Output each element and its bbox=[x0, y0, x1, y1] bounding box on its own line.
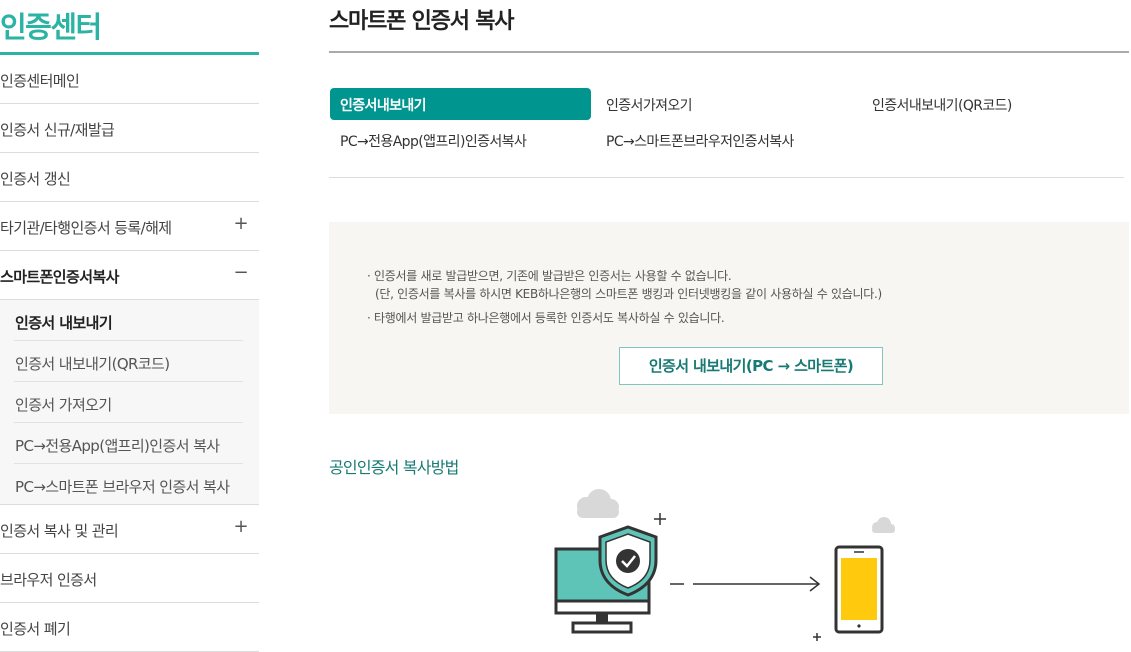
sidebar-item-copy-manage[interactable]: 인증서 복사 및 관리 + bbox=[0, 505, 259, 554]
tab-pc-to-app[interactable]: PC→전용App(앱프리)인증서복사 bbox=[330, 124, 591, 156]
sidebar-item-other-bank[interactable]: 타기관/타행인증서 등록/해제 + bbox=[0, 202, 259, 251]
sidebar-submenu: 인증서 내보내기 인증서 내보내기(QR코드) 인증서 가져오기 PC→전용Ap… bbox=[0, 300, 259, 505]
cloud-icon bbox=[872, 517, 895, 533]
sidebar-title-text: 인증센터 bbox=[0, 10, 102, 44]
smartphone-icon bbox=[834, 545, 884, 634]
plus-icon bbox=[813, 633, 821, 641]
tab-bar: 인증서내보내기 인증서가져오기 인증서내보내기(QR코드) PC→전용App(앱… bbox=[329, 88, 1124, 178]
check-icon bbox=[616, 549, 640, 573]
page-title: 스마트폰 인증서 복사 bbox=[329, 9, 514, 34]
sidebar-nav: 인증센터 인증센터메인 인증서 신규/재발급 인증서 갱신 타기관/타행인증서 … bbox=[0, 0, 259, 652]
expand-icon[interactable]: + bbox=[234, 516, 249, 537]
tab-export[interactable]: 인증서내보내기 bbox=[330, 88, 591, 120]
sidebar-item-issue[interactable]: 인증서 신규/재발급 bbox=[0, 104, 259, 153]
submenu-item-import[interactable]: 인증서 가져오기 bbox=[14, 382, 243, 423]
cloud-icon bbox=[577, 489, 619, 518]
sidebar-title: 인증센터 bbox=[0, 0, 259, 55]
submenu-item-pc-to-browser[interactable]: PC→스마트폰 브라우저 인증서 복사 bbox=[14, 464, 243, 504]
collapse-icon[interactable]: − bbox=[234, 262, 249, 283]
arrow-right-icon bbox=[670, 576, 821, 592]
section-title: 공인인증서 복사방법 bbox=[329, 458, 459, 477]
submenu-item-export-qr[interactable]: 인증서 내보내기(QR코드) bbox=[14, 341, 243, 382]
notice-line: (단, 인증서를 복사를 하시면 KEB하나은행의 스마트폰 뱅킹과 인터넷뱅킹… bbox=[375, 287, 882, 301]
copy-illustration bbox=[554, 489, 895, 641]
submenu-item-export[interactable]: 인증서 내보내기 bbox=[14, 300, 243, 341]
expand-icon[interactable]: + bbox=[234, 213, 249, 234]
sidebar-item-main[interactable]: 인증센터메인 bbox=[0, 55, 259, 104]
export-cert-button[interactable]: 인증서 내보내기(PC → 스마트폰) bbox=[619, 347, 883, 385]
tab-export-qr[interactable]: 인증서내보내기(QR코드) bbox=[862, 88, 1112, 120]
notice-line: · 인증서를 새로 발급받으면, 기존에 발급받은 인증서는 사용할 수 없습니… bbox=[367, 269, 732, 283]
submenu-item-pc-to-app[interactable]: PC→전용App(앱프리)인증서 복사 bbox=[14, 423, 243, 464]
notice-line: · 타행에서 발급받고 하나은행에서 등록한 인증서도 복사하실 수 있습니다. bbox=[367, 311, 725, 325]
notice-box: · 인증서를 새로 발급받으면, 기존에 발급받은 인증서는 사용할 수 없습니… bbox=[329, 222, 1129, 414]
tab-pc-to-browser[interactable]: PC→스마트폰브라우저인증서복사 bbox=[596, 124, 846, 156]
plus-icon bbox=[654, 513, 666, 525]
sidebar-item-smartphone-copy[interactable]: 스마트폰인증서복사 − bbox=[0, 251, 259, 300]
tab-import[interactable]: 인증서가져오기 bbox=[596, 88, 846, 120]
sidebar-item-browser-cert[interactable]: 브라우저 인증서 bbox=[0, 554, 259, 603]
title-divider bbox=[329, 51, 1129, 53]
sidebar-item-renew[interactable]: 인증서 갱신 bbox=[0, 153, 259, 202]
